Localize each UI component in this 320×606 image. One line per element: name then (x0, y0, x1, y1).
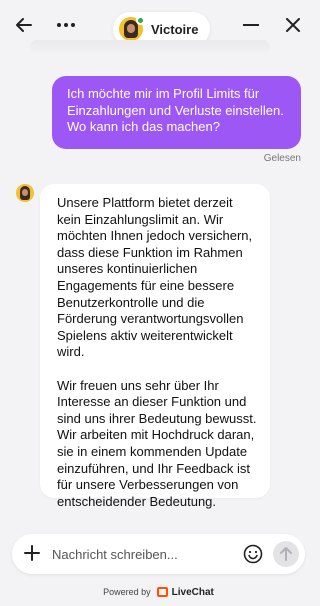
emoji-icon (243, 544, 263, 564)
agent-avatar (119, 16, 145, 41)
minimize-icon (243, 24, 259, 26)
close-icon (286, 18, 300, 32)
livechat-logo-icon (156, 587, 168, 597)
agent-message-avatar (16, 184, 34, 202)
send-button[interactable] (273, 541, 299, 567)
minimize-button[interactable] (237, 11, 265, 39)
message-input[interactable] (52, 546, 241, 562)
back-button[interactable] (10, 11, 38, 39)
send-arrow-icon (280, 547, 292, 561)
agent-name: Victoire (151, 21, 199, 37)
previous-message-fade (30, 40, 270, 54)
close-button[interactable] (279, 11, 307, 39)
user-message: Ich möchte mir im Profil Limits für Einz… (52, 76, 301, 149)
agent-message-paragraph: Wir freuen uns sehr über Ihr Interesse a… (57, 377, 257, 509)
livechat-brand: LiveChat (171, 586, 214, 598)
message-composer (12, 534, 305, 574)
powered-by-text: Powered by (103, 587, 151, 597)
agent-message: Unsere Plattform bietet derzeit kein Ein… (40, 184, 270, 509)
online-status-dot (136, 16, 145, 25)
emoji-button[interactable] (241, 542, 265, 566)
agent-message-paragraph: Unsere Plattform bietet derzeit kein Ein… (57, 195, 253, 360)
user-message-text: Ich möchte mir im Profil Limits für Einz… (67, 86, 284, 134)
attach-button[interactable] (22, 544, 42, 564)
read-status: Gelesen (263, 153, 301, 164)
powered-by-footer[interactable]: Powered by LiveChat (0, 585, 317, 599)
more-options-button[interactable] (52, 11, 80, 39)
plus-icon (24, 545, 40, 561)
arrow-left-icon (16, 18, 32, 32)
more-horizontal-icon (57, 23, 75, 27)
